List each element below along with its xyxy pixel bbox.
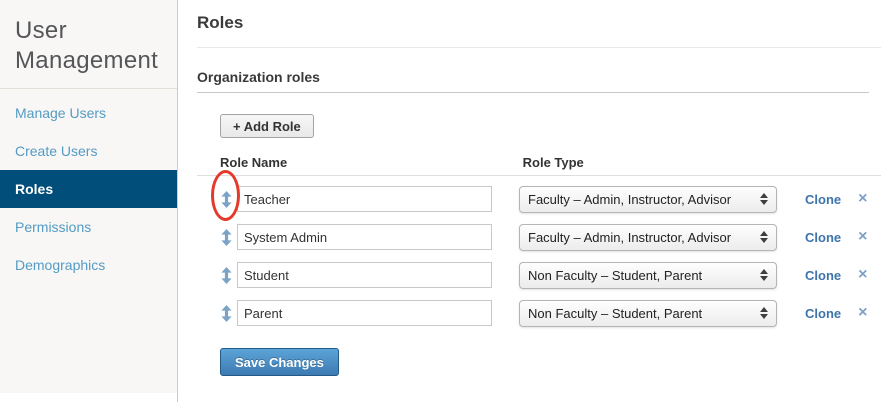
select-arrows-icon xyxy=(760,231,768,243)
clone-link[interactable]: Clone xyxy=(805,192,841,207)
add-role-button[interactable]: + Add Role xyxy=(220,114,314,138)
sidebar-item-label: Roles xyxy=(15,181,53,197)
drag-handle-icon[interactable] xyxy=(221,267,232,284)
page-title: Roles xyxy=(197,13,881,33)
sidebar-item-label: Demographics xyxy=(15,257,105,273)
sidebar-nav: Manage Users Create Users Roles Permissi… xyxy=(0,94,177,284)
table-header: Role Name Role Type xyxy=(197,156,881,176)
select-arrows-icon xyxy=(760,307,768,319)
role-type-select[interactable]: Faculty – Admin, Instructor, Advisor xyxy=(519,224,777,251)
role-name-input[interactable] xyxy=(237,186,492,212)
role-type-value: Non Faculty – Student, Parent xyxy=(528,268,702,283)
role-type-select[interactable]: Faculty – Admin, Instructor, Advisor xyxy=(519,186,777,213)
page: User Management Manage Users Create User… xyxy=(0,0,881,402)
sidebar-item-permissions[interactable]: Permissions xyxy=(0,208,177,246)
role-type-select[interactable]: Non Faculty – Student, Parent xyxy=(519,300,777,327)
role-row: Faculty – Admin, Instructor, Advisor Clo… xyxy=(197,218,881,256)
sidebar-item-label: Create Users xyxy=(15,143,97,159)
app-title: User Management xyxy=(0,0,177,89)
remove-icon[interactable]: × xyxy=(858,229,867,245)
sidebar-item-roles[interactable]: Roles xyxy=(0,170,177,208)
sidebar-item-demographics[interactable]: Demographics xyxy=(0,246,177,284)
sidebar-item-manage-users[interactable]: Manage Users xyxy=(0,94,177,132)
drag-handle-icon[interactable] xyxy=(221,191,232,208)
remove-icon[interactable]: × xyxy=(858,267,867,283)
drag-handle-icon[interactable] xyxy=(221,305,232,322)
role-row: Non Faculty – Student, Parent Clone × xyxy=(197,256,881,294)
role-name-input[interactable] xyxy=(237,300,492,326)
role-name-input[interactable] xyxy=(237,224,492,250)
section-title: Organization roles xyxy=(197,69,881,86)
remove-icon[interactable]: × xyxy=(858,191,867,207)
column-role-type: Role Type xyxy=(523,156,584,170)
save-changes-button[interactable]: Save Changes xyxy=(220,348,339,376)
role-type-value: Faculty – Admin, Instructor, Advisor xyxy=(528,230,731,245)
clone-link[interactable]: Clone xyxy=(805,230,841,245)
role-rows: Faculty – Admin, Instructor, Advisor Clo… xyxy=(197,176,881,332)
role-name-input[interactable] xyxy=(237,262,492,288)
clone-link[interactable]: Clone xyxy=(805,306,841,321)
role-row: Faculty – Admin, Instructor, Advisor Clo… xyxy=(197,180,881,218)
sidebar: User Management Manage Users Create User… xyxy=(0,0,177,393)
column-role-name: Role Name xyxy=(220,156,519,170)
role-row: Non Faculty – Student, Parent Clone × xyxy=(197,294,881,332)
section-divider xyxy=(197,92,869,93)
select-arrows-icon xyxy=(760,269,768,281)
sidebar-item-create-users[interactable]: Create Users xyxy=(0,132,177,170)
remove-icon[interactable]: × xyxy=(858,305,867,321)
select-arrows-icon xyxy=(760,193,768,205)
clone-link[interactable]: Clone xyxy=(805,268,841,283)
main-content: Roles Organization roles + Add Role Role… xyxy=(178,0,881,402)
role-type-select[interactable]: Non Faculty – Student, Parent xyxy=(519,262,777,289)
role-type-value: Non Faculty – Student, Parent xyxy=(528,306,702,321)
sidebar-item-label: Permissions xyxy=(15,219,91,235)
role-type-value: Faculty – Admin, Instructor, Advisor xyxy=(528,192,731,207)
title-divider xyxy=(197,47,881,48)
sidebar-item-label: Manage Users xyxy=(15,105,106,121)
drag-handle-icon[interactable] xyxy=(221,229,232,246)
